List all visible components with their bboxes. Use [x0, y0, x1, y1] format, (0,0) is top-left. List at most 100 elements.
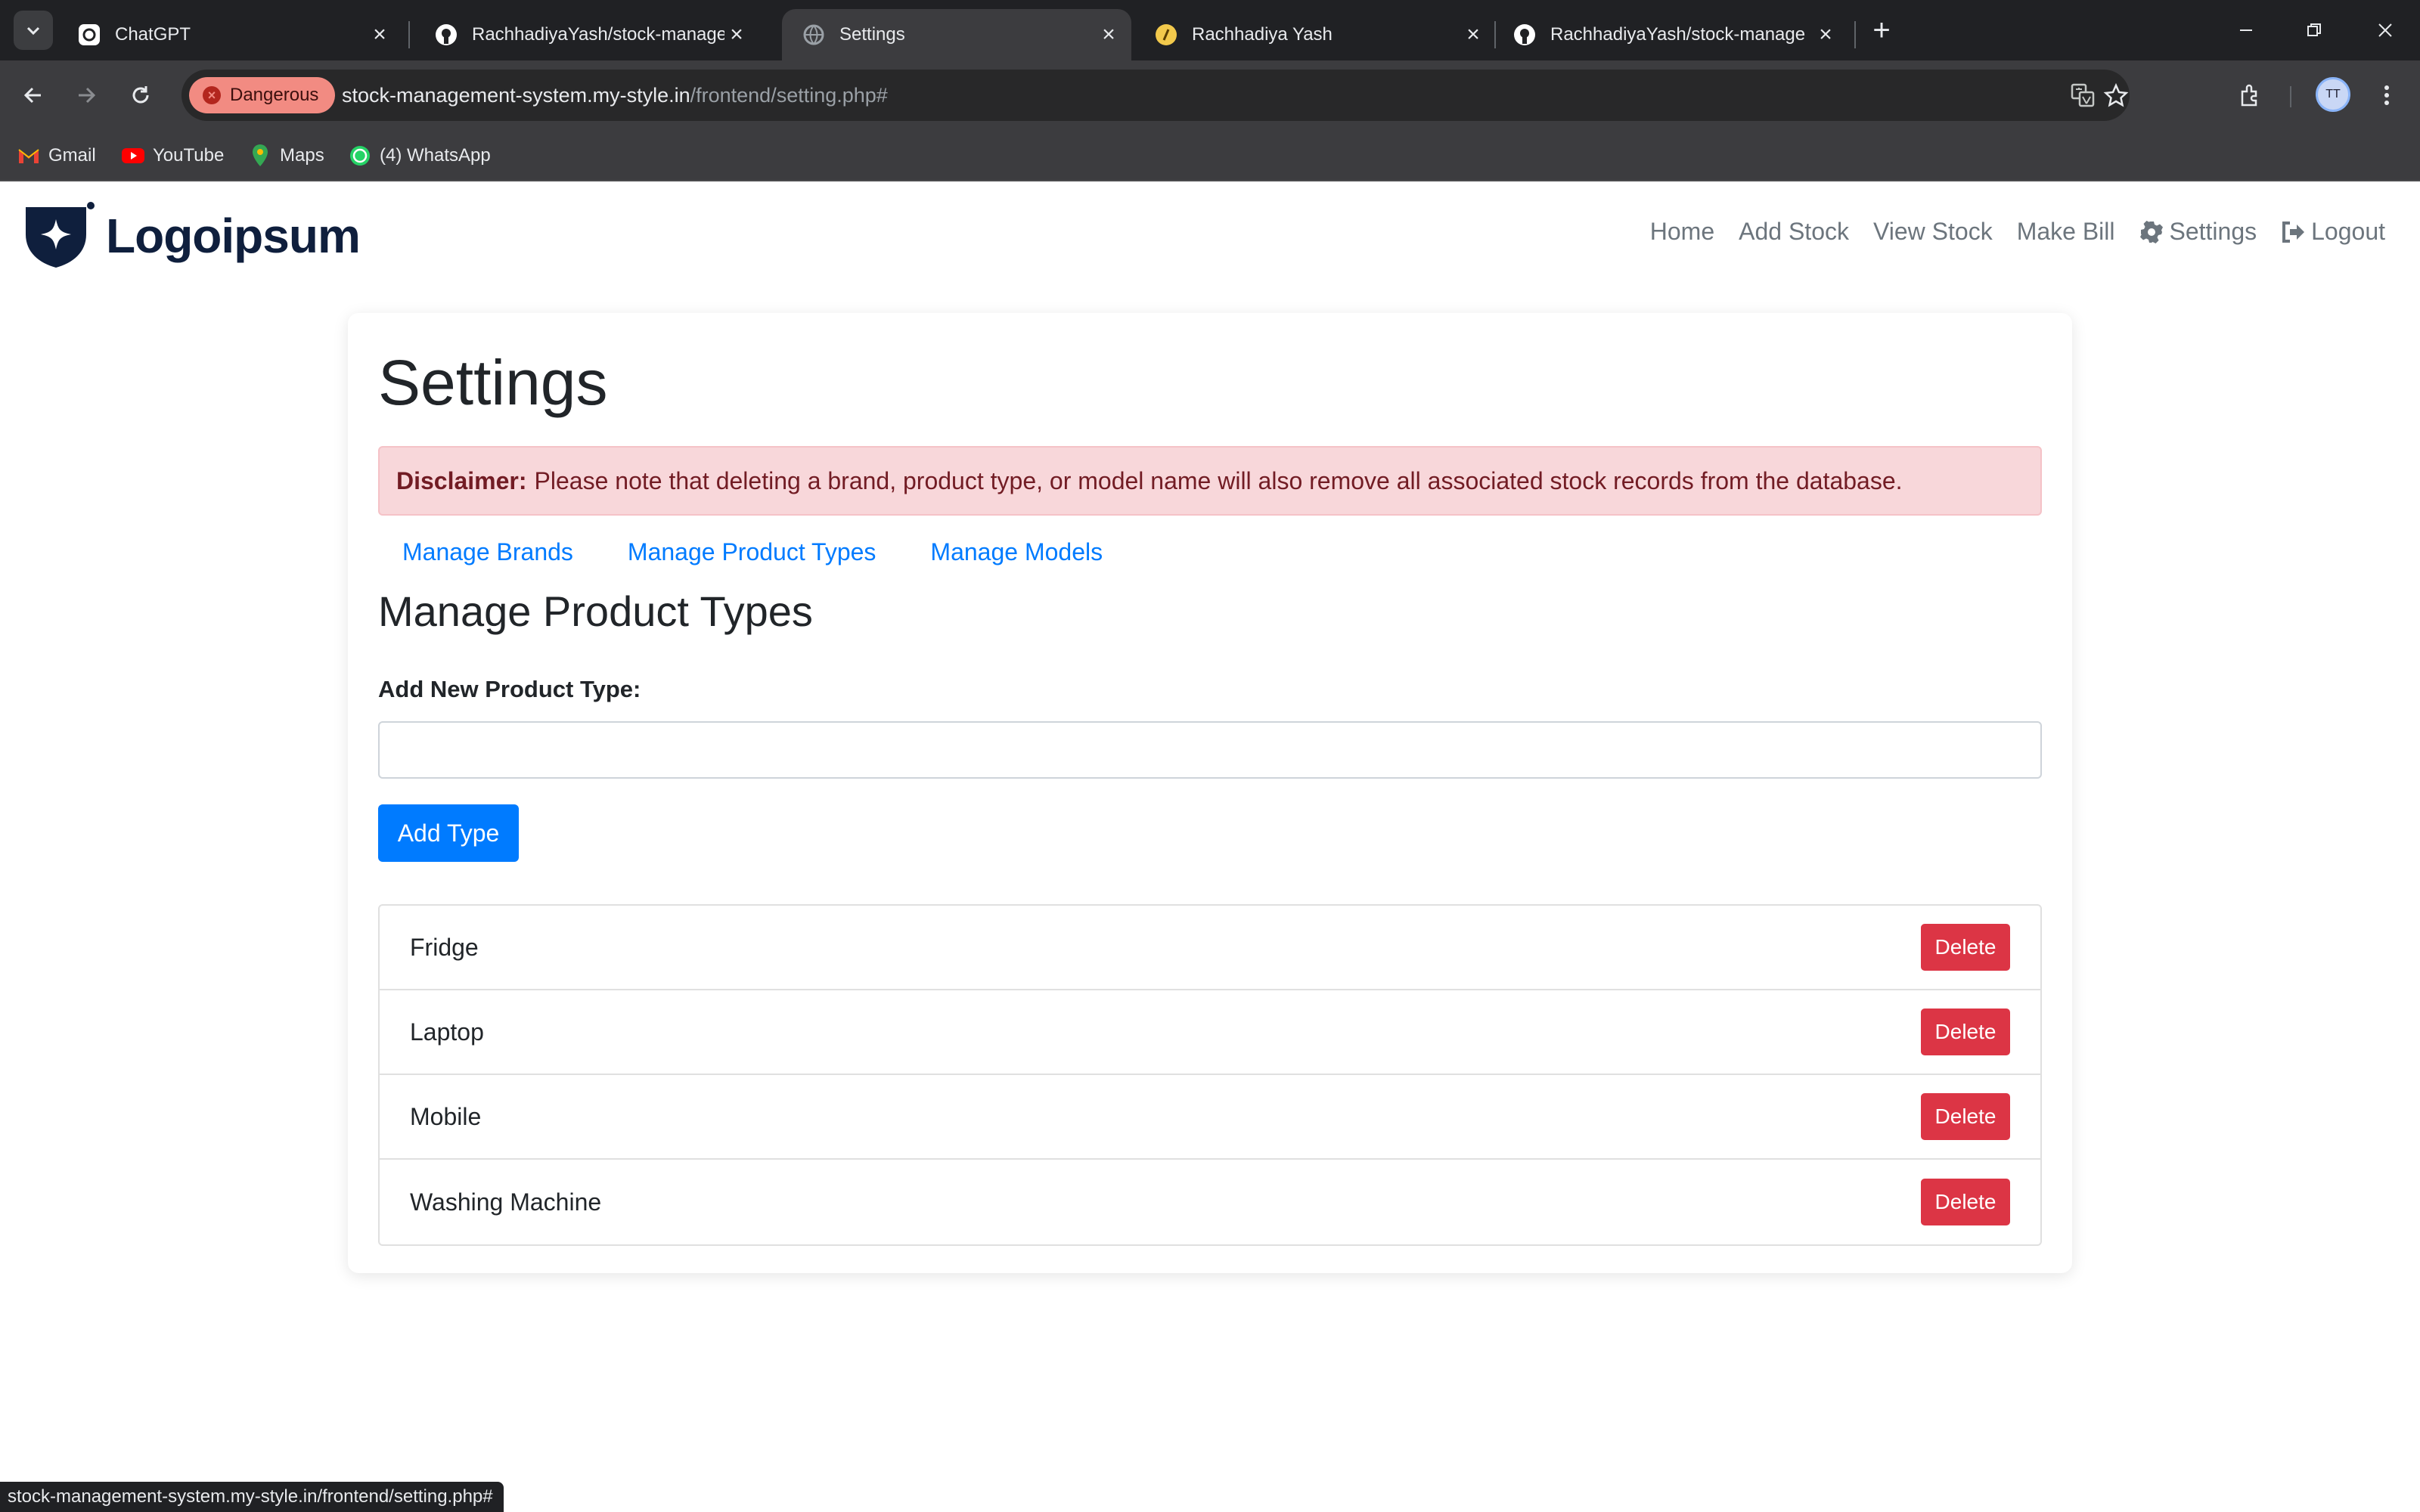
bookmark-label: Maps — [280, 145, 324, 166]
disclaimer-alert: Disclaimer: Please note that deleting a … — [378, 446, 2042, 516]
arrow-left-icon — [23, 87, 41, 104]
youtube-icon — [121, 144, 145, 168]
plus-icon: + — [1872, 13, 1891, 47]
close-icon[interactable]: × — [1097, 22, 1121, 47]
tab-title: Rachhadiya Yash — [1192, 24, 1333, 45]
url-path: /frontend/setting.php# — [690, 83, 888, 107]
product-type-name: Fridge — [410, 933, 479, 961]
avatar[interactable]: TT — [2316, 77, 2350, 112]
bookmark-gmail[interactable]: Gmail — [17, 130, 96, 181]
forward-button[interactable] — [67, 76, 106, 115]
bookmark-youtube[interactable]: YouTube — [121, 130, 224, 181]
delete-button[interactable]: Delete — [1921, 1093, 2010, 1140]
tab-manage-brands[interactable]: Manage Brands — [402, 538, 573, 566]
tab-divider — [408, 21, 410, 48]
tab-strip: ChatGPT × RachhadiyaYash/stock-manage × … — [0, 0, 2420, 60]
product-type-label: Add New Product Type: — [378, 676, 641, 702]
extensions-icon[interactable] — [2232, 77, 2269, 113]
close-icon — [2378, 23, 2392, 37]
reload-button[interactable] — [121, 76, 160, 115]
list-item: Mobile Delete — [380, 1075, 2040, 1160]
close-icon[interactable]: × — [368, 22, 392, 47]
tab-divider — [1854, 21, 1856, 48]
github-icon — [434, 23, 458, 47]
tab-title: RachhadiyaYash/stock-manage — [472, 24, 724, 45]
logo-shield-icon — [26, 202, 95, 268]
tab-manage-product-types[interactable]: Manage Product Types — [628, 538, 876, 566]
disclaimer-text: Please note that deleting a brand, produ… — [534, 466, 1903, 494]
back-button[interactable] — [14, 76, 53, 115]
page-title: Settings — [378, 347, 608, 418]
tab-chatgpt[interactable]: ChatGPT × — [57, 9, 402, 60]
list-item: Laptop Delete — [380, 990, 2040, 1075]
product-type-name: Mobile — [410, 1102, 482, 1130]
tab-github-repo-2[interactable]: RachhadiyaYash/stock-manage × — [1493, 9, 1848, 60]
delete-button[interactable]: Delete — [1921, 924, 2010, 971]
globe-icon — [802, 23, 826, 47]
bookmark-label: (4) WhatsApp — [380, 145, 491, 166]
github-icon — [1512, 23, 1537, 47]
nav-logout-label: Logout — [2311, 218, 2385, 245]
tab-portfolio[interactable]: Rachhadiya Yash × — [1134, 9, 1496, 60]
nav-home[interactable]: Home — [1650, 218, 1714, 246]
nav-settings[interactable]: Settings — [2139, 218, 2257, 246]
nav-make-bill[interactable]: Make Bill — [2017, 218, 2115, 246]
nav-settings-label: Settings — [2169, 218, 2257, 245]
nav-logout[interactable]: Logout — [2281, 218, 2385, 246]
tab-title: ChatGPT — [115, 24, 191, 45]
bookmark-label: YouTube — [153, 145, 225, 166]
disclaimer-label: Disclaimer: — [396, 466, 527, 494]
product-type-input[interactable] — [378, 721, 2042, 779]
restore-button[interactable] — [2291, 11, 2337, 50]
close-window-button[interactable] — [2363, 11, 2408, 50]
new-tab-button[interactable]: + — [1865, 14, 1898, 47]
product-type-name: Washing Machine — [410, 1188, 602, 1216]
tab-settings[interactable]: Settings × — [782, 9, 1131, 60]
logo-text: Logoipsum — [106, 209, 361, 263]
close-icon[interactable]: × — [1461, 22, 1485, 47]
product-type-list: Fridge Delete Laptop Delete Mobile Delet… — [378, 904, 2042, 1246]
portfolio-icon — [1154, 23, 1178, 47]
chatgpt-icon — [77, 23, 101, 47]
address-bar[interactable]: × Dangerous stock-management-system.my-s… — [182, 70, 2130, 121]
nav-add-stock[interactable]: Add Stock — [1739, 218, 1849, 246]
close-icon[interactable]: × — [1813, 22, 1838, 47]
settings-card: Settings Disclaimer: Please note that de… — [348, 313, 2072, 1273]
reload-icon — [132, 86, 149, 104]
minimize-icon — [2240, 29, 2252, 31]
translate-icon[interactable] — [2068, 80, 2098, 110]
list-item: Washing Machine Delete — [380, 1160, 2040, 1244]
star-icon[interactable] — [2101, 80, 2131, 110]
bookmark-maps[interactable]: Maps — [248, 130, 324, 181]
bookmark-whatsapp[interactable]: (4) WhatsApp — [348, 130, 491, 181]
settings-tabs: Manage Brands Manage Product Types Manag… — [402, 528, 1157, 576]
tab-search-button[interactable] — [14, 11, 53, 50]
page-viewport: Logoipsum Home Add Stock View Stock Make… — [0, 181, 2420, 1512]
site-logo[interactable]: Logoipsum — [23, 200, 361, 272]
link-status-bar: stock-management-system.my-style.in/fron… — [0, 1482, 504, 1512]
chevron-down-icon — [26, 26, 40, 36]
list-item: Fridge Delete — [380, 906, 2040, 990]
bookmark-label: Gmail — [48, 145, 96, 166]
maps-icon — [248, 144, 272, 168]
toolbar-divider — [2290, 86, 2291, 107]
close-icon[interactable]: × — [724, 22, 749, 47]
nav-view-stock[interactable]: View Stock — [1873, 218, 1993, 246]
restore-icon — [2307, 23, 2321, 36]
url-text[interactable]: stock-management-system.my-style.in/fron… — [342, 70, 888, 121]
tab-manage-models[interactable]: Manage Models — [930, 538, 1103, 566]
security-chip[interactable]: × Dangerous — [189, 77, 336, 113]
url-host: stock-management-system.my-style.in — [342, 83, 690, 107]
add-type-button[interactable]: Add Type — [378, 804, 519, 862]
minimize-button[interactable] — [2223, 11, 2269, 50]
bookmarks-bar: Gmail YouTube Maps (4) WhatsApp — [0, 130, 2420, 181]
logout-icon — [2281, 221, 2305, 243]
delete-button[interactable]: Delete — [1921, 1179, 2010, 1225]
arrow-right-icon — [79, 87, 96, 104]
danger-icon: × — [203, 86, 221, 104]
product-type-name: Laptop — [410, 1018, 484, 1046]
tab-github-repo[interactable]: RachhadiyaYash/stock-manage × — [414, 9, 759, 60]
security-chip-label: Dangerous — [230, 85, 319, 105]
more-menu-icon[interactable] — [2369, 77, 2405, 113]
delete-button[interactable]: Delete — [1921, 1009, 2010, 1055]
